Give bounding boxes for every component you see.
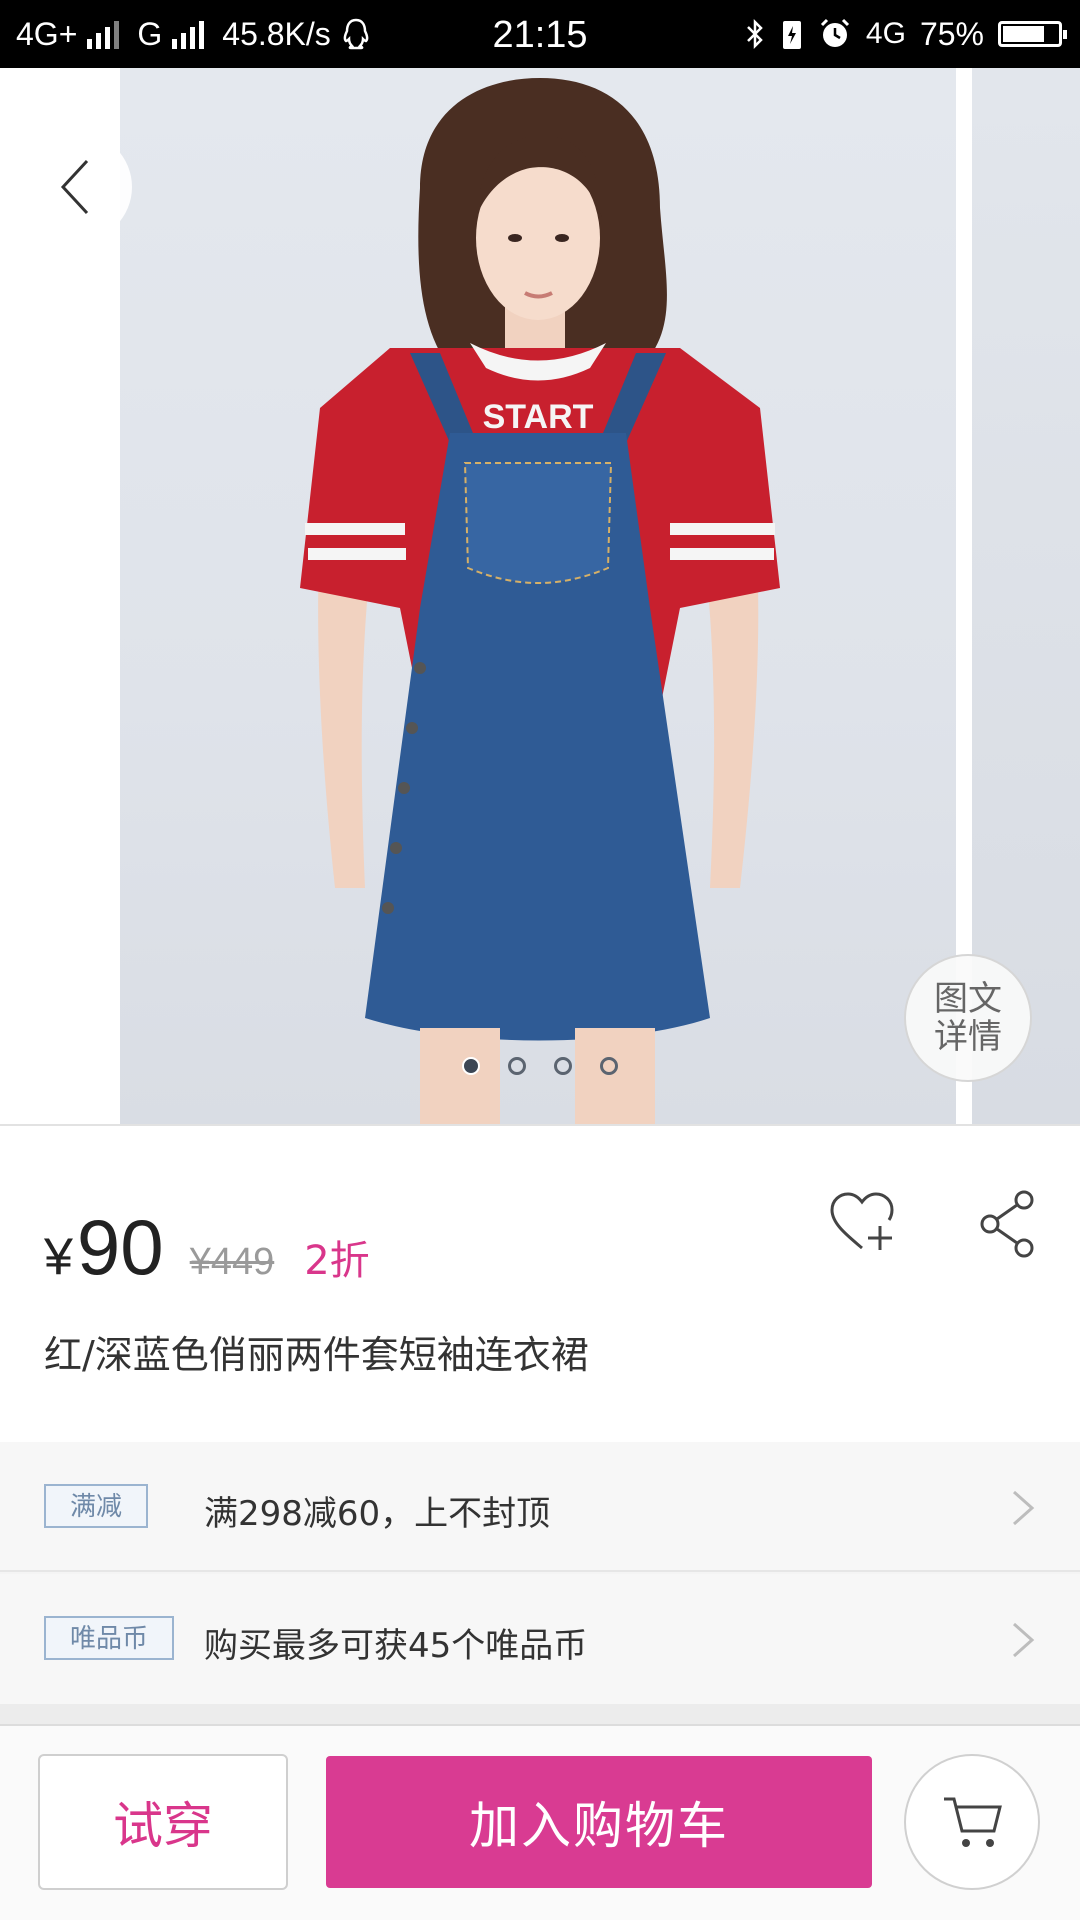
signal-icon: [87, 19, 120, 49]
promo-row-discount[interactable]: 满减 满298减60，上不封顶: [0, 1442, 1080, 1572]
status-right: 4G 75%: [744, 0, 1067, 68]
back-button[interactable]: [22, 132, 132, 242]
battery-icon: [998, 21, 1067, 47]
bluetooth-icon: [747, 18, 763, 50]
promo-tag: 唯品币: [44, 1616, 175, 1660]
favorite-button[interactable]: [828, 1190, 898, 1254]
original-price: ¥449: [189, 1241, 275, 1283]
chevron-left-icon: [60, 159, 89, 215]
try-on-button[interactable]: 试穿: [38, 1754, 288, 1890]
battery-fill: [1003, 26, 1044, 42]
sale-price: 90: [76, 1203, 164, 1291]
discount-label: 2折: [304, 1238, 370, 1284]
promo-tag: 满减: [44, 1484, 149, 1528]
battery-percent: 75%: [919, 15, 984, 52]
currency-symbol: ¥: [44, 1228, 73, 1286]
detail-label-line2: 详情: [934, 1017, 1002, 1057]
network-label-2: G: [137, 15, 163, 52]
page-dot: [508, 1057, 526, 1075]
product-title: 红/深蓝色俏丽两件套短袖连衣裙: [44, 1333, 589, 1377]
share-icon: [980, 1190, 1034, 1258]
share-button[interactable]: [978, 1188, 1038, 1258]
promo-text: 满298减60，上不封顶: [204, 1494, 551, 1534]
bottom-action-bar: 试穿 加入购物车: [0, 1726, 1080, 1920]
detail-label-line1: 图文: [934, 979, 1002, 1019]
shirt-print-text: START: [483, 398, 594, 436]
network-label-1: 4G+: [16, 15, 78, 52]
product-gallery[interactable]: START 图文 详情: [0, 68, 1080, 1124]
product-photo[interactable]: START: [120, 68, 956, 1124]
product-info: ¥ 90 ¥449 2折 红/深蓝色俏丽两件套短袖连衣裙: [0, 1124, 1080, 1442]
image-text-detail-button[interactable]: 图文 详情: [904, 954, 1032, 1082]
model-illustration: START: [300, 78, 780, 1124]
shopping-cart-icon: [944, 1797, 1002, 1847]
status-bar: 4G+ G 45.8K/s 21:15 4G 75%: [0, 0, 1080, 68]
charging-icon: [782, 21, 801, 49]
heart-plus-icon: [830, 1192, 894, 1250]
page-dot: [600, 1057, 618, 1075]
promo-text: 购买最多可获45个唯品币: [204, 1626, 588, 1666]
qq-icon: [343, 18, 369, 50]
alarm-icon: [820, 18, 849, 47]
price-row: ¥ 90 ¥449 2折: [44, 1202, 370, 1293]
section-divider: [0, 1704, 1080, 1726]
network-speed: 45.8K/s: [222, 15, 331, 52]
status-left: 4G+ G 45.8K/s: [16, 0, 371, 68]
network-label-3: 4G: [865, 17, 906, 50]
chevron-right-icon: [1013, 1490, 1035, 1526]
page-dot: [462, 1057, 480, 1075]
chevron-right-icon: [1013, 1622, 1035, 1658]
signal-icon-2: [172, 19, 205, 49]
promo-row-coins[interactable]: 唯品币 购买最多可获45个唯品币: [0, 1574, 1080, 1704]
page-dot: [554, 1057, 572, 1075]
cart-button[interactable]: [904, 1754, 1040, 1890]
add-to-cart-button[interactable]: 加入购物车: [326, 1756, 872, 1888]
